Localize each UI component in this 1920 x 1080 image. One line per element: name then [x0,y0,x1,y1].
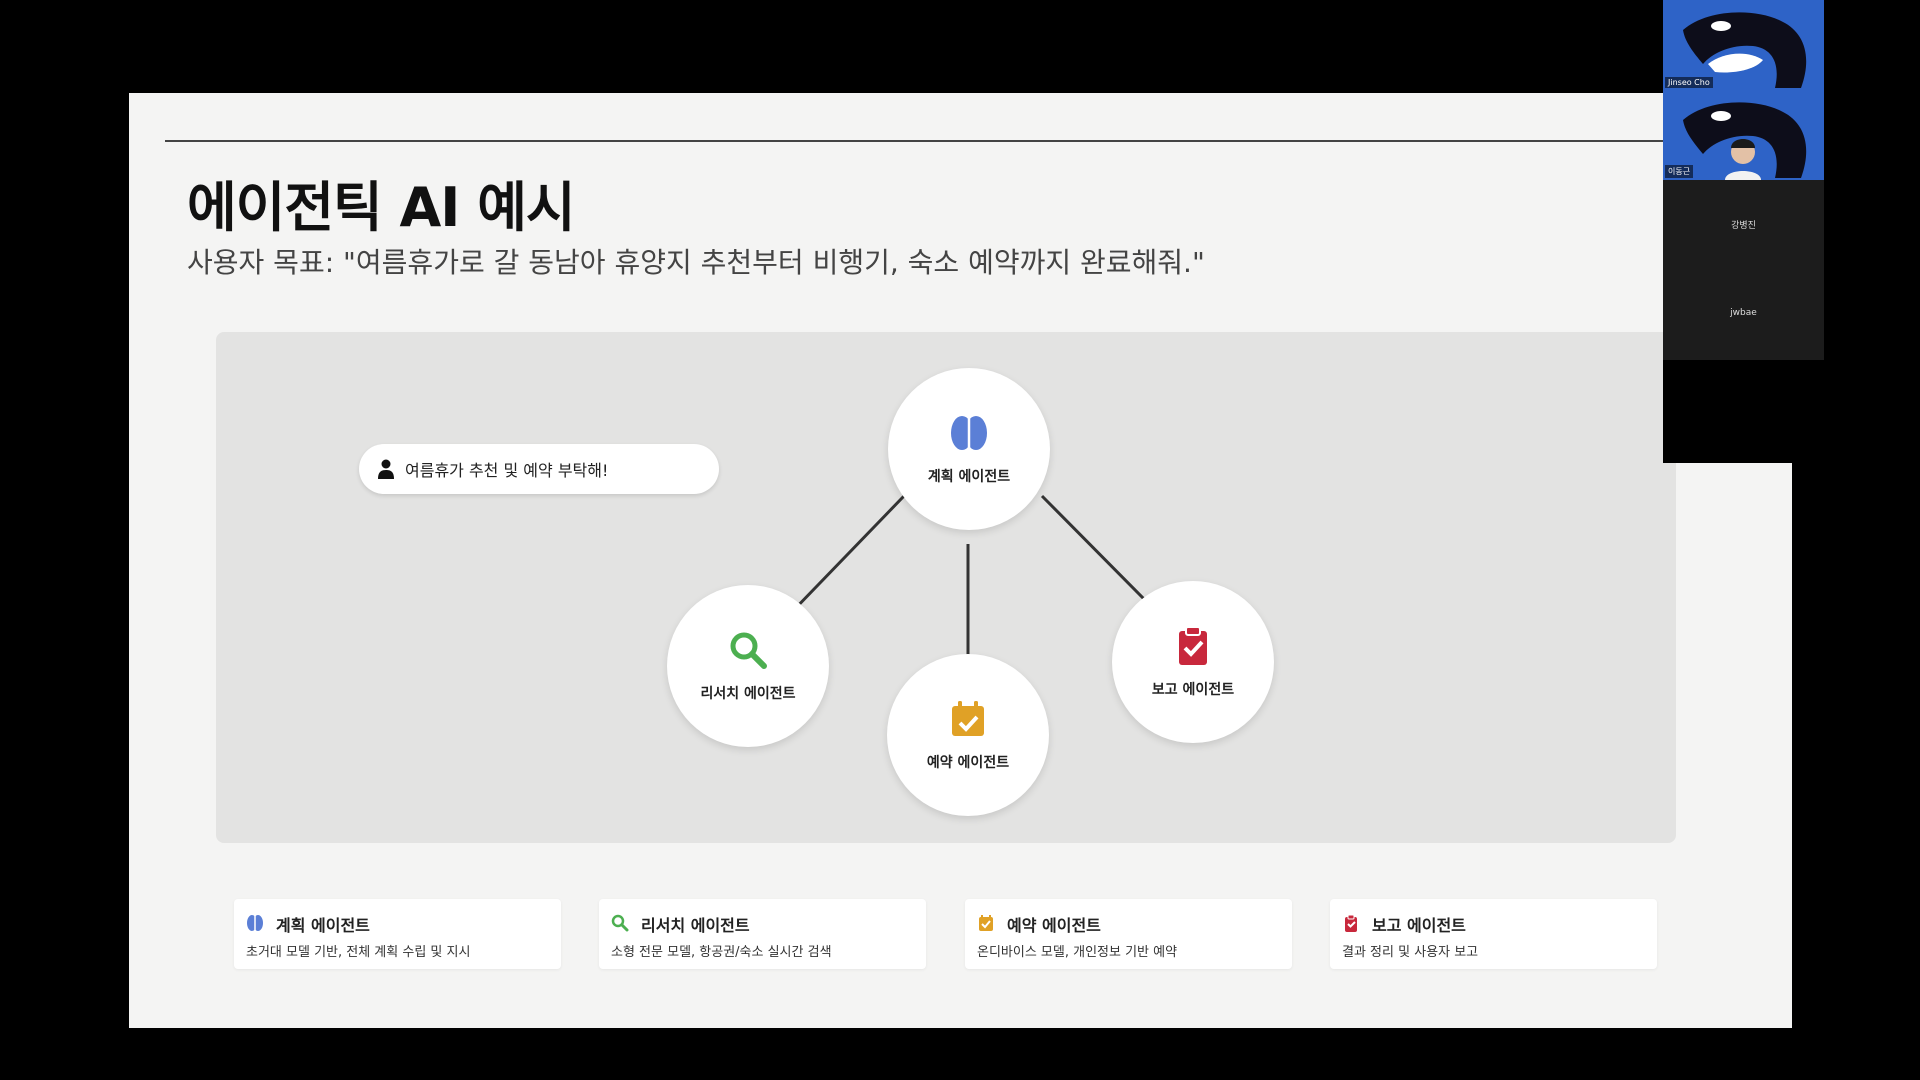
card-title: 예약 에이전트 [1007,916,1101,935]
participant-tile[interactable]: 이동근 [1663,90,1824,180]
card-title: 계획 에이전트 [276,916,370,935]
card-title: 보고 에이전트 [1372,916,1466,935]
participant-name: 이동근 [1665,165,1694,178]
legend-card-report: 보고 에이전트 결과 정리 및 사용자 보고 [1330,899,1657,969]
user-request-text: 여름휴가 추천 및 예약 부탁해! [405,461,609,480]
node-label: 계획 에이전트 [927,469,1011,485]
report-agent-node: 보고 에이전트 [1112,581,1274,743]
presentation-slide: 에이전틱 AI 예시 사용자 목표: "여름휴가로 갈 동남아 휴양지 추천부터… [129,93,1792,1028]
participant-name: jwbae [1730,308,1757,318]
header-rule [165,140,1792,142]
clipboard-check-icon [1179,626,1207,665]
card-description: 소형 전문 모델, 항공권/숙소 실시간 검색 [611,945,832,960]
participant-tile[interactable]: Jinseo Cho [1663,0,1824,90]
node-label: 리서치 에이전트 [700,686,796,702]
card-title: 리서치 에이전트 [641,916,750,935]
participant-tile[interactable]: 강병진 [1663,180,1824,270]
participant-name: 강병진 [1731,221,1756,231]
user-request-bubble: 여름휴가 추천 및 예약 부탁해! [359,444,719,494]
card-description: 온디바이스 모델, 개인정보 기반 예약 [977,945,1178,960]
participant-tile[interactable]: jwbae [1663,270,1824,360]
slide-title: 에이전틱 AI 예시 [187,176,576,239]
slide-subtitle: 사용자 목표: "여름휴가로 갈 동남아 휴양지 추천부터 비행기, 숙소 예약… [187,246,1205,279]
user-icon [378,459,394,479]
legend-card-booking: 예약 에이전트 온디바이스 모델, 개인정보 기반 예약 [965,899,1292,969]
node-label: 보고 에이전트 [1151,682,1235,698]
participant-panel: Jinseo Cho 이동근 강병진 jwbae [1663,0,1824,360]
screen-share-edge [1663,360,1792,463]
brain-icon [247,915,263,931]
legend-card-research: 리서치 에이전트 소형 전문 모델, 항공권/숙소 실시간 검색 [599,899,926,969]
calendar-check-icon [979,915,993,931]
search-icon [611,914,629,932]
clipboard-check-icon [1345,914,1357,932]
brain-icon [951,416,987,450]
research-agent-node: 리서치 에이전트 [667,585,829,747]
legend-card-planning: 계획 에이전트 초거대 모델 기반, 전체 계획 수립 및 지시 [234,899,561,969]
booking-agent-node: 예약 에이전트 [887,654,1049,816]
card-description: 결과 정리 및 사용자 보고 [1342,945,1479,960]
calendar-check-icon [952,701,984,736]
search-icon [730,632,767,669]
participant-name: Jinseo Cho [1665,77,1713,88]
card-description: 초거대 모델 기반, 전체 계획 수립 및 지시 [246,945,471,960]
planning-agent-node: 계획 에이전트 [888,368,1050,530]
node-label: 예약 에이전트 [926,755,1010,771]
agent-diagram: 여름휴가 추천 및 예약 부탁해! 계획 에이전트 리서치 에이전트 예약 에이… [216,332,1676,843]
